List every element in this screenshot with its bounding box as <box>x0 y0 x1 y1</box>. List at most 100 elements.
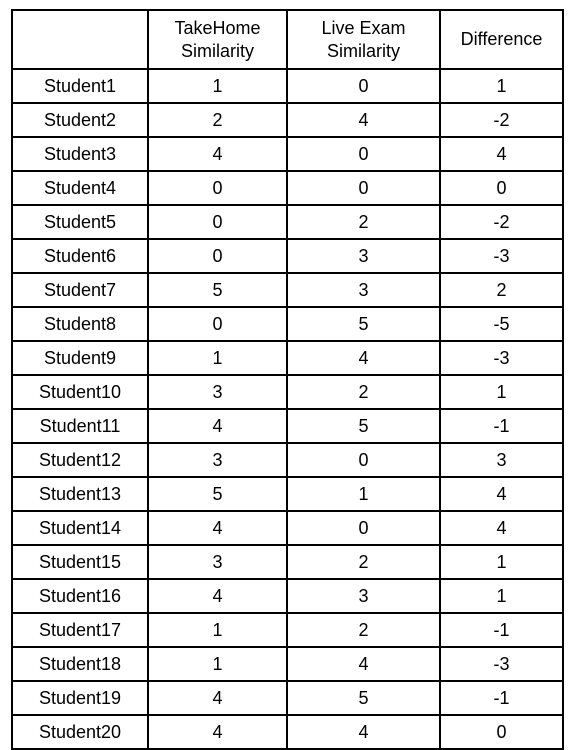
cell-takehome: 1 <box>147 68 288 104</box>
cell-liveexam: 3 <box>286 578 441 614</box>
cell-liveexam: 2 <box>286 204 441 240</box>
cell-student: Student16 <box>11 578 149 614</box>
cell-student: Student8 <box>11 306 149 342</box>
cell-takehome: 2 <box>147 102 288 138</box>
cell-takehome: 4 <box>147 510 288 546</box>
cell-difference: -1 <box>439 408 564 444</box>
cell-liveexam: 2 <box>286 374 441 410</box>
cell-difference: 2 <box>439 272 564 308</box>
cell-liveexam: 3 <box>286 272 441 308</box>
column-header-difference: Difference <box>439 9 564 70</box>
cell-takehome: 1 <box>147 646 288 682</box>
table-row: Student13 5 1 4 <box>11 476 564 512</box>
cell-student: Student14 <box>11 510 149 546</box>
cell-difference: 0 <box>439 714 564 750</box>
cell-difference: -3 <box>439 340 564 376</box>
table-row: Student10 3 2 1 <box>11 374 564 410</box>
cell-difference: 0 <box>439 170 564 206</box>
column-header-difference-line1: Difference <box>460 29 543 49</box>
table-row: Student3 4 0 4 <box>11 136 564 172</box>
table-row: Student7 5 3 2 <box>11 272 564 308</box>
cell-student: Student11 <box>11 408 149 444</box>
table-header-row: TakeHome Similarity Live Exam Similarity… <box>11 9 564 70</box>
cell-student: Student2 <box>11 102 149 138</box>
table-row: Student14 4 0 4 <box>11 510 564 546</box>
cell-liveexam: 5 <box>286 306 441 342</box>
cell-student: Student20 <box>11 714 149 750</box>
cell-takehome: 0 <box>147 306 288 342</box>
cell-student: Student10 <box>11 374 149 410</box>
cell-liveexam: 0 <box>286 68 441 104</box>
cell-takehome: 1 <box>147 612 288 648</box>
cell-difference: -1 <box>439 612 564 648</box>
cell-student: Student4 <box>11 170 149 206</box>
cell-liveexam: 4 <box>286 714 441 750</box>
table-row: Student17 1 2 -1 <box>11 612 564 648</box>
cell-liveexam: 0 <box>286 136 441 172</box>
cell-takehome: 3 <box>147 544 288 580</box>
table-row: Student8 0 5 -5 <box>11 306 564 342</box>
cell-takehome: 0 <box>147 170 288 206</box>
cell-difference: -5 <box>439 306 564 342</box>
table-header: TakeHome Similarity Live Exam Similarity… <box>11 9 564 70</box>
table-row: Student12 3 0 3 <box>11 442 564 478</box>
table-row: Student5 0 2 -2 <box>11 204 564 240</box>
cell-takehome: 5 <box>147 272 288 308</box>
similarity-table: TakeHome Similarity Live Exam Similarity… <box>11 9 564 750</box>
cell-difference: 1 <box>439 374 564 410</box>
column-header-liveexam: Live Exam Similarity <box>286 9 441 70</box>
cell-takehome: 1 <box>147 340 288 376</box>
cell-difference: 1 <box>439 578 564 614</box>
cell-difference: 4 <box>439 136 564 172</box>
cell-takehome: 4 <box>147 714 288 750</box>
cell-takehome: 3 <box>147 374 288 410</box>
cell-student: Student17 <box>11 612 149 648</box>
column-header-takehome-line1: TakeHome <box>174 17 261 38</box>
cell-takehome: 4 <box>147 680 288 716</box>
table-row: Student9 1 4 -3 <box>11 340 564 376</box>
column-header-takehome: TakeHome Similarity <box>147 9 288 70</box>
column-header-liveexam-line1: Live Exam <box>321 17 406 38</box>
cell-takehome: 4 <box>147 408 288 444</box>
table-row: Student11 4 5 -1 <box>11 408 564 444</box>
cell-student: Student7 <box>11 272 149 308</box>
cell-difference: 4 <box>439 510 564 546</box>
column-header-student <box>11 9 149 70</box>
table-row: Student20 4 4 0 <box>11 714 564 750</box>
table-row: Student19 4 5 -1 <box>11 680 564 716</box>
cell-student: Student13 <box>11 476 149 512</box>
table-body: Student1 1 0 1 Student2 2 4 -2 Student3 4 0 4 Studen… <box>11 68 564 750</box>
cell-takehome: 3 <box>147 442 288 478</box>
cell-takehome: 4 <box>147 578 288 614</box>
cell-difference: -2 <box>439 204 564 240</box>
cell-difference: -2 <box>439 102 564 138</box>
cell-difference: 4 <box>439 476 564 512</box>
table-row: Student16 4 3 1 <box>11 578 564 614</box>
table-row: Student4 0 0 0 <box>11 170 564 206</box>
cell-difference: -1 <box>439 680 564 716</box>
cell-student: Student12 <box>11 442 149 478</box>
cell-liveexam: 3 <box>286 238 441 274</box>
cell-liveexam: 4 <box>286 646 441 682</box>
cell-liveexam: 0 <box>286 510 441 546</box>
cell-takehome: 0 <box>147 238 288 274</box>
cell-liveexam: 2 <box>286 612 441 648</box>
table-row: Student6 0 3 -3 <box>11 238 564 274</box>
table-row: Student15 3 2 1 <box>11 544 564 580</box>
table-row: Student18 1 4 -3 <box>11 646 564 682</box>
cell-takehome: 5 <box>147 476 288 512</box>
table-row: Student2 2 4 -2 <box>11 102 564 138</box>
table-row: Student1 1 0 1 <box>11 68 564 104</box>
cell-liveexam: 2 <box>286 544 441 580</box>
cell-student: Student9 <box>11 340 149 376</box>
cell-student: Student18 <box>11 646 149 682</box>
column-header-takehome-line2: Similarity <box>180 40 254 61</box>
cell-liveexam: 4 <box>286 340 441 376</box>
cell-student: Student1 <box>11 68 149 104</box>
cell-student: Student6 <box>11 238 149 274</box>
column-header-liveexam-line2: Similarity <box>326 40 400 61</box>
cell-liveexam: 1 <box>286 476 441 512</box>
cell-difference: -3 <box>439 646 564 682</box>
cell-liveexam: 5 <box>286 408 441 444</box>
cell-student: Student15 <box>11 544 149 580</box>
